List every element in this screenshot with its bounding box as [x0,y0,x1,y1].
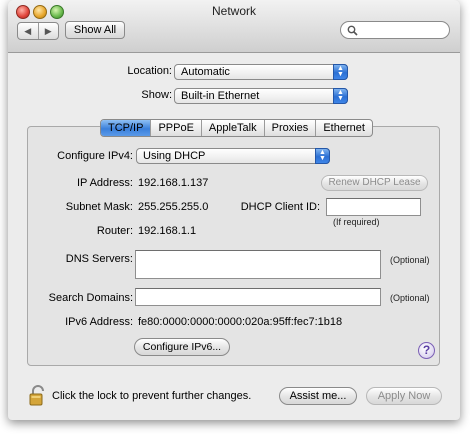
help-button[interactable]: ? [418,342,435,359]
tab-ethernet[interactable]: Ethernet [315,120,372,136]
search-field[interactable] [340,21,450,39]
location-popup[interactable]: Automatic ▲ ▼ [174,64,348,80]
location-value: Automatic [181,66,230,78]
location-label: Location: [127,65,172,77]
configure-ipv4-label: Configure IPv4: [57,150,133,162]
search-domains-label: Search Domains: [48,292,133,304]
tab-proxies[interactable]: Proxies [263,120,316,136]
dns-servers-label: DNS Servers: [65,253,133,265]
search-optional-hint: (Optional) [390,293,430,303]
ipv6-address-label: IPv6 Address: [65,316,133,328]
search-icon [347,25,358,36]
popup-arrows-icon: ▲ ▼ [333,64,348,80]
configure-ipv4-popup[interactable]: Using DHCP ▲ ▼ [136,148,330,164]
tab-pppoe[interactable]: PPPoE [150,120,200,136]
network-preferences-window: Network ◀ ▶ Show All Location: Automatic… [8,0,460,420]
subnet-mask-label: Subnet Mask: [65,201,133,213]
dns-servers-field[interactable] [135,250,381,279]
forward-icon[interactable]: ▶ [37,23,59,39]
tab-bar: TCP/IP PPPoE AppleTalk Proxies Ethernet [100,119,373,137]
router-value: 192.168.1.1 [138,225,197,237]
dhcp-client-id-label: DHCP Client ID: [240,201,320,213]
show-label: Show: [141,89,172,101]
configure-ipv4-value: Using DHCP [143,150,206,162]
search-domains-field[interactable] [135,288,381,306]
if-required-hint: (If required) [333,217,380,227]
subnet-mask-value: 255.255.255.0 [138,201,209,213]
tab-appletalk[interactable]: AppleTalk [200,120,264,136]
back-icon[interactable]: ◀ [18,23,38,39]
renew-dhcp-lease-button[interactable]: Renew DHCP Lease [321,175,428,191]
popup-arrows-icon: ▲ ▼ [315,148,330,164]
window-title: Network [211,4,256,18]
configure-ipv6-button[interactable]: Configure IPv6... [134,338,230,356]
show-value: Built-in Ethernet [181,90,260,102]
ip-address-value: 192.168.1.137 [138,177,209,189]
assist-me-button[interactable]: Assist me... [279,387,357,405]
dns-optional-hint: (Optional) [390,255,430,265]
lock-icon[interactable] [28,385,48,407]
tab-tcpip[interactable]: TCP/IP [101,120,151,136]
ip-address-label: IP Address: [76,177,133,189]
lock-message: Click the lock to prevent further change… [52,390,252,402]
show-popup[interactable]: Built-in Ethernet ▲ ▼ [174,88,348,104]
dhcp-client-id-field[interactable] [326,198,421,216]
ipv6-address-value: fe80:0000:0000:0000:020a:95ff:fec7:1b18 [138,316,343,328]
popup-arrows-icon: ▲ ▼ [333,88,348,104]
apply-now-button[interactable]: Apply Now [366,387,442,405]
back-forward-control: ◀ ▶ [17,22,59,40]
title-bar: Network ◀ ▶ Show All [8,0,460,53]
show-all-button[interactable]: Show All [65,21,125,39]
router-label: Router: [96,225,133,237]
